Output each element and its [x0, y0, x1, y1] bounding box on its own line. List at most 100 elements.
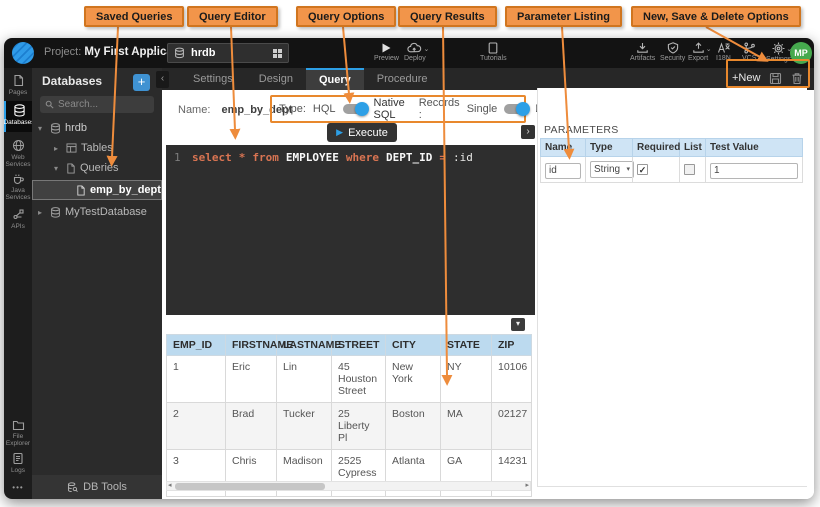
database-icon [174, 47, 185, 59]
line-number: 1 [174, 151, 181, 164]
callout-query-options: Query Options [296, 6, 396, 27]
tree-item-tables[interactable]: ▸ Tables [32, 138, 162, 158]
list-checkbox[interactable] [684, 164, 695, 175]
scrollbar-thumb[interactable] [175, 483, 325, 490]
execute-button[interactable]: ▶ Execute [327, 123, 397, 142]
preview-button[interactable]: Preview [374, 42, 399, 62]
param-test-value-input[interactable] [710, 163, 798, 179]
caret-down-icon[interactable]: ▾ [38, 124, 46, 133]
tree-item-queries[interactable]: ▾ Queries [32, 158, 162, 178]
folder-icon [12, 419, 25, 431]
download-icon [636, 42, 649, 54]
tab-design[interactable]: Design [246, 68, 306, 90]
panel-collapse-button[interactable]: ‹ [156, 71, 169, 88]
scroll-left-icon[interactable]: ◂ [168, 481, 172, 491]
results-cell: 25 Liberty Pl [332, 403, 386, 450]
tab-procedure[interactable]: Procedure [364, 68, 441, 90]
records-option-single[interactable]: Single [467, 103, 498, 115]
results-cell: Eric [226, 356, 277, 403]
deploy-button[interactable]: ⌄ Deploy [404, 42, 426, 62]
project-label: Project: [44, 46, 81, 58]
sql-token: = [439, 151, 446, 164]
caret-right-icon[interactable]: ▸ [54, 144, 62, 153]
rail-item-file-explorer[interactable]: File Explorer [4, 416, 32, 447]
rail-item-logs[interactable]: Logs [4, 449, 32, 474]
breadcrumb-chevron-icon: › [152, 44, 156, 59]
artifacts-button[interactable]: Artifacts [630, 42, 655, 62]
add-database-button[interactable]: + [133, 74, 150, 91]
export-button[interactable]: ⌄ Export [688, 42, 708, 62]
params-header-row: NameTypeRequiredListTest Value [541, 139, 803, 157]
table-icon [66, 143, 77, 153]
gear-icon [772, 42, 785, 55]
results-column-header: LASTNAME [277, 335, 332, 356]
results-cell: New York [386, 356, 441, 403]
sql-editor[interactable]: 1 select*fromEMPLOYEEwhereDEPT_ID=:id [166, 145, 535, 315]
db-tools-button[interactable]: DB Tools [32, 475, 162, 499]
sql-token: select [192, 151, 232, 164]
rail-item-pages[interactable]: Pages [4, 71, 32, 96]
sql-code-line: select*fromEMPLOYEEwhereDEPT_ID=:id [192, 151, 480, 164]
rail-item-more[interactable]: ••• [4, 480, 32, 492]
required-checkbox[interactable]: ✓ [637, 164, 648, 175]
rail-item-web-services[interactable]: Web Services [4, 136, 32, 168]
tutorials-button[interactable]: Tutorials [480, 42, 507, 62]
callout-parameter-listing: Parameter Listing [505, 6, 622, 27]
collapse-editor-button[interactable]: ▾ [511, 318, 525, 331]
file-icon [76, 185, 86, 196]
type-toggle[interactable] [343, 104, 367, 114]
caret-right-icon[interactable]: ▸ [38, 208, 46, 217]
database-icon [50, 123, 61, 134]
databases-icon [13, 104, 26, 117]
results-cell: 1 [167, 356, 226, 403]
results-column-header: FIRSTNAME [226, 335, 277, 356]
results-column-header: EMP_ID [167, 335, 226, 356]
tree-item-mytestdatabase[interactable]: ▸ MyTestDatabase [32, 202, 162, 222]
shield-icon [667, 42, 679, 54]
results-cell: Brad [226, 403, 277, 450]
tree-item-emp-by-dept[interactable]: emp_by_dept [32, 180, 162, 200]
horizontal-scrollbar[interactable]: ◂ ▸ [166, 481, 531, 491]
query-tabbar: Settings Design Query Procedure [162, 68, 814, 90]
databases-panel-title: Databases [42, 74, 102, 88]
tab-settings[interactable]: Settings [180, 68, 246, 90]
document-icon [487, 42, 499, 54]
records-toggle[interactable] [504, 104, 528, 114]
type-option-hql[interactable]: HQL [313, 103, 336, 115]
param-name-input[interactable] [545, 163, 581, 179]
grid-view-icon[interactable] [273, 49, 282, 58]
caret-down-icon[interactable]: ▾ [54, 164, 62, 173]
search-input[interactable] [58, 99, 144, 110]
save-icon[interactable] [769, 72, 782, 85]
results-column-header: CITY [386, 335, 441, 356]
security-button[interactable]: Security [660, 42, 685, 62]
rail-item-apis[interactable]: APIs [4, 205, 32, 230]
database-icon [50, 207, 61, 218]
type-option-native-sql[interactable]: Native SQL [374, 97, 405, 121]
param-type-select[interactable]: String ▾ [590, 161, 634, 178]
tab-query[interactable]: Query [306, 68, 364, 90]
sql-token: where [346, 151, 379, 164]
new-query-button[interactable]: +New [732, 72, 760, 84]
results-cell: Lin [277, 356, 332, 403]
expand-params-button[interactable]: › [521, 125, 535, 139]
parameters-table: NameTypeRequiredListTest Value String ▾ … [540, 138, 803, 183]
results-cell: 45 Houston Street [332, 356, 386, 403]
callout-saved-queries: Saved Queries [84, 6, 184, 27]
database-search[interactable] [40, 96, 154, 113]
callout-query-editor: Query Editor [187, 6, 278, 27]
delete-icon[interactable] [791, 72, 803, 85]
rail-item-databases[interactable]: Databases [4, 101, 32, 132]
parameters-panel: PARAMETERS NameTypeRequiredListTest Valu… [537, 88, 807, 487]
workspace-tab-hrdb[interactable]: hrdb [167, 43, 289, 63]
coffee-icon [12, 172, 25, 185]
callout-query-results: Query Results [398, 6, 497, 27]
results-cell: 10106 [492, 356, 532, 403]
chevron-down-icon: ⌄ [706, 45, 712, 53]
tree-item-hrdb[interactable]: ▾ hrdb [32, 118, 162, 138]
top-toolbar: Project: My First Application › hrdb Pre… [4, 38, 814, 68]
name-label: Name: [178, 104, 210, 116]
rail-item-java-services[interactable]: Java Services [4, 169, 32, 201]
play-icon [380, 42, 392, 54]
scroll-right-icon[interactable]: ▸ [525, 481, 529, 491]
